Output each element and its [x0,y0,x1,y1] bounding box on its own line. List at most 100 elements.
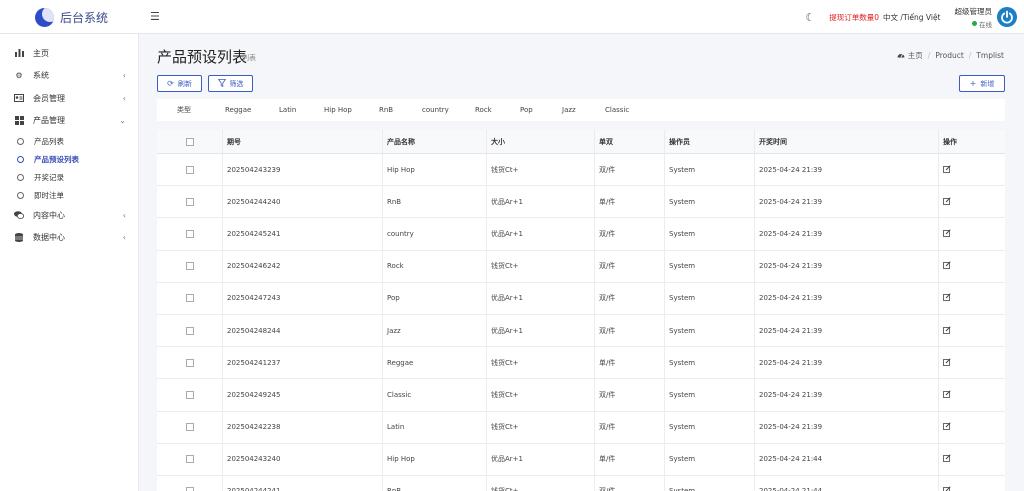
edit-icon[interactable] [943,293,951,303]
sidebar-item-label: 数据中心 [33,233,65,243]
filter-option-classic[interactable]: Classic [605,106,655,114]
row-actions-cell [939,476,1005,491]
row-checkbox[interactable] [185,487,194,491]
row-select-cell [157,250,223,282]
filter-option-pop[interactable]: Pop [520,106,562,114]
filter-option-reggae[interactable]: Reggae [225,106,279,114]
sidebar-subitem-product-list[interactable]: 产品列表 [0,132,138,150]
cell-odd-even: 双/件 [595,314,665,347]
row-actions-cell [939,154,1005,185]
filter-option-rock[interactable]: Rock [475,106,520,114]
edit-icon[interactable] [943,197,951,207]
row-checkbox[interactable] [185,423,194,432]
circle-icon [17,173,24,181]
breadcrumb: 主页 / Product / Tmplist [897,50,1004,61]
sidebar-subitem-draw-records[interactable]: 开奖记录 [0,168,138,186]
sidebar-item-members[interactable]: 会员管理 ‹ [0,87,138,110]
row-checkbox[interactable] [185,390,194,399]
page-subtitle: 列表 [242,54,256,62]
row-checkbox[interactable] [185,229,194,238]
cell-odd-even: 双/件 [595,379,665,411]
app-name: 后台系统 [60,10,109,25]
sidebar-item-label: 内容中心 [33,210,65,220]
row-checkbox[interactable] [185,358,194,367]
header-issue-no[interactable]: 期号 [223,130,383,153]
filter-button-label: 筛选 [229,79,244,88]
withdraw-count-link[interactable]: 提现订单数量0 [829,12,879,23]
row-checkbox[interactable] [185,197,194,206]
table-row: 202504244241RnB钱货Ct+双/件System2025-04-24 … [157,475,1005,491]
moon-icon[interactable]: ☾ [805,11,815,24]
sidebar-subitem-label: 产品列表 [34,136,64,146]
refresh-button[interactable]: ⟳ 刷新 [157,75,202,92]
user-name: 超级管理员 [954,6,993,16]
filter-option-jazz[interactable]: Jazz [562,106,605,114]
user-info[interactable]: 超级管理员 在线 [955,6,993,29]
edit-icon[interactable] [943,454,951,464]
add-button[interactable]: + 新增 [959,75,1005,92]
row-checkbox[interactable] [185,455,194,464]
sidebar-subitem-preset-list[interactable]: 产品预设列表 [0,150,138,168]
language-switch[interactable]: 中文 /Tiếng Việt [883,12,940,23]
filter-option-latin[interactable]: Latin [279,106,324,114]
edit-icon[interactable] [943,390,951,400]
edit-icon[interactable] [943,422,951,432]
row-actions-cell [939,347,1005,378]
circle-icon [17,191,24,199]
cell-issue-no: 202504244241 [223,475,383,491]
header-odd-even[interactable]: 单双 [595,130,665,153]
cell-issue-no: 202504243239 [223,154,383,186]
breadcrumb-separator: / [968,51,972,60]
breadcrumb-product[interactable]: Product [935,51,963,60]
cell-size: 优品Ar+1 [487,443,595,475]
edit-icon[interactable] [943,486,951,491]
edit-icon[interactable] [943,164,951,175]
user-status: 在线 [972,19,992,29]
row-actions-cell [939,283,1005,314]
edit-icon[interactable] [943,229,951,239]
row-actions-cell [939,315,1005,346]
chevron-left-icon: ‹ [122,210,126,220]
row-checkbox[interactable] [185,262,194,271]
select-all-checkbox[interactable] [185,137,194,146]
row-select-cell [157,314,223,347]
cell-product-name: Reggae [383,347,487,379]
row-select-cell [157,282,223,314]
row-checkbox[interactable] [185,165,194,174]
filter-label: 类型 [177,106,191,114]
header-size[interactable]: 大小 [487,130,595,153]
edit-icon[interactable] [943,325,951,336]
filter-button[interactable]: 筛选 [208,75,253,92]
sidebar-item-home[interactable]: 主页 [0,42,138,65]
edit-icon[interactable] [943,261,951,271]
cell-issue-no: 202504241237 [223,347,383,379]
cell-draw-time: 2025-04-24 21:44 [755,443,939,475]
filter-option-country[interactable]: country [422,106,475,114]
row-checkbox[interactable] [185,326,194,335]
filter-option-rnb[interactable]: RnB [379,106,422,114]
header-product-name[interactable]: 产品名称 [383,130,487,153]
cell-issue-no: 202504246242 [223,250,383,282]
row-select-cell [157,347,223,379]
sidebar-item-data[interactable]: 数据中心 ‹ [0,227,138,250]
chat-icon [13,211,25,220]
edit-icon[interactable] [943,358,951,368]
cell-operator: System [665,347,755,379]
table-row: 202504243239 Hip Hop 钱货Ct+ 双/件 System 2025-04… [157,154,1005,187]
avatar[interactable] [997,7,1017,27]
filter-option-hiphop[interactable]: Hip Hop [324,106,379,114]
header-draw-time[interactable]: 开奖时间 [755,130,939,153]
hamburger-icon[interactable]: ☰ [150,10,160,23]
cell-product-name: Classic [383,379,487,411]
breadcrumb-home[interactable]: 主页 [908,50,923,61]
sidebar-item-products[interactable]: 产品管理 ⌄ [0,110,138,133]
logo[interactable]: 后台系统 [0,0,139,34]
sidebar-item-system[interactable]: ⚙ 系统 ‹ [0,65,138,88]
row-checkbox[interactable] [185,294,194,303]
cell-draw-time: 2025-04-24 21:39 [755,314,939,347]
header-operator[interactable]: 操作员 [665,130,755,153]
table-row: 202504243240 Hip Hop 优品Ar+1 单/件 System 2025-0… [157,443,1005,476]
sidebar-subitem-live-bets[interactable]: 即时注单 [0,186,138,204]
sidebar-item-content[interactable]: 内容中心 ‹ [0,204,138,227]
row-actions-cell [939,412,1005,443]
